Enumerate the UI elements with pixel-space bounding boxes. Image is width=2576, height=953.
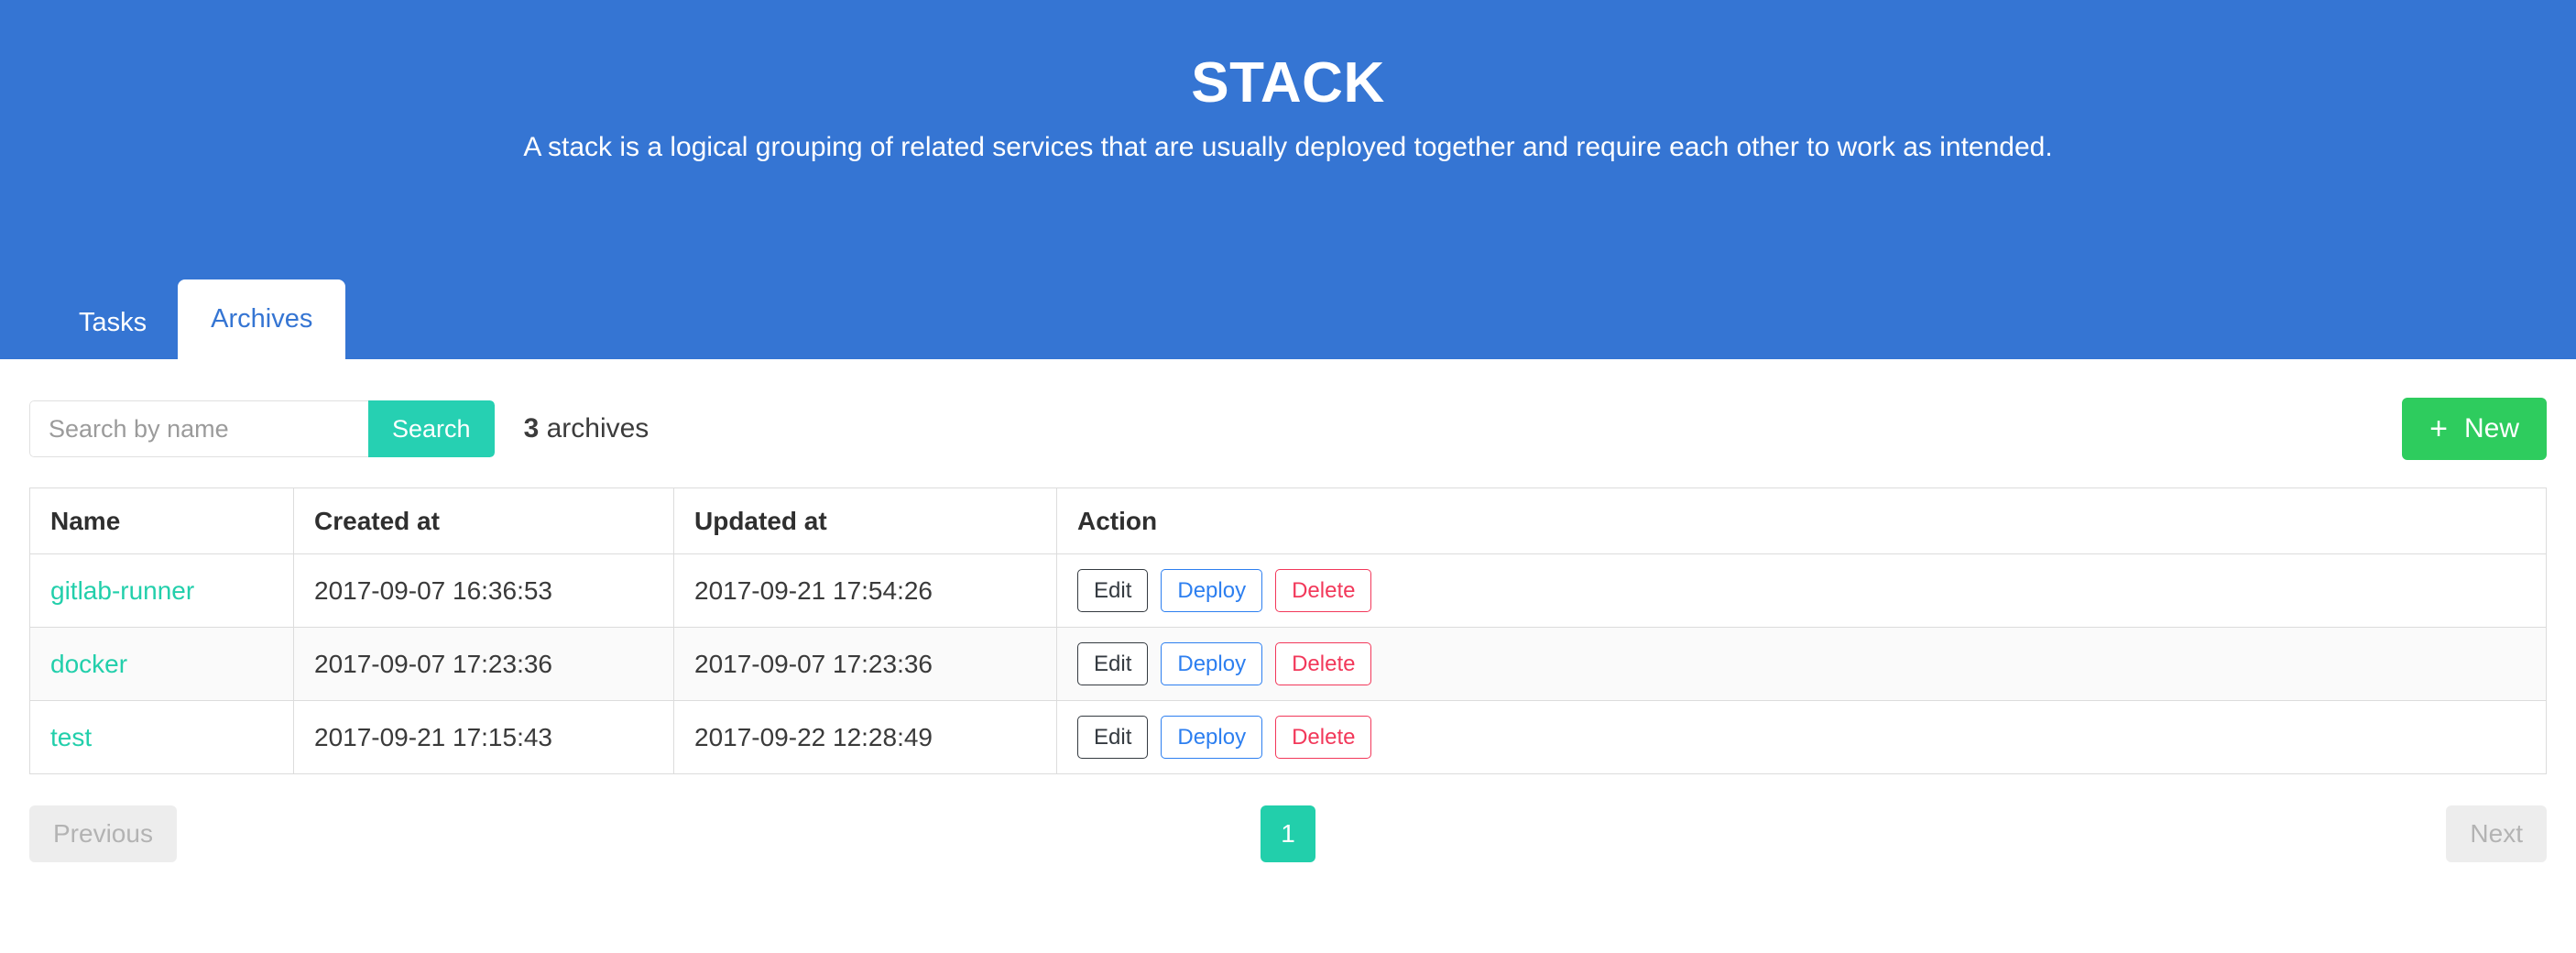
- main-content: Search 3 archives + New Name Created at …: [0, 359, 2576, 893]
- cell-created-at: 2017-09-07 16:36:53: [294, 554, 674, 628]
- search-group: Search: [29, 400, 495, 457]
- archives-table: Name Created at Updated at Action gitlab…: [29, 487, 2547, 774]
- new-archive-button-label: New: [2464, 413, 2519, 444]
- pagination: Previous 1 Next: [29, 774, 2547, 893]
- archive-name-link[interactable]: test: [50, 723, 92, 751]
- column-header-created: Created at: [294, 488, 674, 554]
- search-button[interactable]: Search: [368, 400, 495, 457]
- page-number-1[interactable]: 1: [1261, 805, 1315, 862]
- delete-button[interactable]: Delete: [1275, 716, 1371, 760]
- cell-updated-at: 2017-09-22 12:28:49: [674, 701, 1057, 774]
- cell-action: Edit Deploy Delete: [1057, 628, 2547, 701]
- table-head: Name Created at Updated at Action: [30, 488, 2547, 554]
- cell-action: Edit Deploy Delete: [1057, 701, 2547, 774]
- cell-created-at: 2017-09-07 17:23:36: [294, 628, 674, 701]
- cell-name: gitlab-runner: [30, 554, 294, 628]
- archive-name-link[interactable]: docker: [50, 650, 127, 678]
- tab-tasks[interactable]: Tasks: [48, 287, 178, 359]
- cell-name: test: [30, 701, 294, 774]
- cell-updated-at: 2017-09-07 17:23:36: [674, 628, 1057, 701]
- column-header-action: Action: [1057, 488, 2547, 554]
- column-header-name: Name: [30, 488, 294, 554]
- table-row: gitlab-runner 2017-09-07 16:36:53 2017-0…: [30, 554, 2547, 628]
- cell-created-at: 2017-09-21 17:15:43: [294, 701, 674, 774]
- deploy-button[interactable]: Deploy: [1161, 716, 1262, 760]
- plus-icon: +: [2429, 413, 2448, 444]
- cell-action: Edit Deploy Delete: [1057, 554, 2547, 628]
- table-body: gitlab-runner 2017-09-07 16:36:53 2017-0…: [30, 554, 2547, 774]
- page-header: STACK A stack is a logical grouping of r…: [0, 0, 2576, 359]
- previous-page-button[interactable]: Previous: [29, 805, 177, 862]
- next-page-button[interactable]: Next: [2446, 805, 2547, 862]
- search-input[interactable]: [29, 400, 368, 457]
- column-header-updated: Updated at: [674, 488, 1057, 554]
- delete-button[interactable]: Delete: [1275, 569, 1371, 613]
- table-row: test 2017-09-21 17:15:43 2017-09-22 12:2…: [30, 701, 2547, 774]
- archive-count-number: 3: [524, 413, 540, 444]
- table-header-row: Name Created at Updated at Action: [30, 488, 2547, 554]
- archive-count: 3 archives: [524, 413, 649, 444]
- tab-bar: Tasks Archives: [0, 279, 345, 359]
- action-button-group: Edit Deploy Delete: [1077, 569, 2526, 613]
- page-number-list: 1: [1261, 805, 1315, 862]
- action-button-group: Edit Deploy Delete: [1077, 642, 2526, 686]
- edit-button[interactable]: Edit: [1077, 716, 1148, 760]
- new-archive-button[interactable]: + New: [2402, 398, 2547, 460]
- action-button-group: Edit Deploy Delete: [1077, 716, 2526, 760]
- deploy-button[interactable]: Deploy: [1161, 569, 1262, 613]
- page-title: STACK: [0, 0, 2576, 113]
- delete-button[interactable]: Delete: [1275, 642, 1371, 686]
- archive-count-label: archives: [547, 413, 649, 444]
- edit-button[interactable]: Edit: [1077, 642, 1148, 686]
- deploy-button[interactable]: Deploy: [1161, 642, 1262, 686]
- toolbar: Search 3 archives + New: [29, 359, 2547, 487]
- cell-updated-at: 2017-09-21 17:54:26: [674, 554, 1057, 628]
- tab-archives[interactable]: Archives: [178, 279, 345, 359]
- table-row: docker 2017-09-07 17:23:36 2017-09-07 17…: [30, 628, 2547, 701]
- cell-name: docker: [30, 628, 294, 701]
- page-subtitle: A stack is a logical grouping of related…: [0, 113, 2576, 165]
- archive-name-link[interactable]: gitlab-runner: [50, 576, 194, 605]
- edit-button[interactable]: Edit: [1077, 569, 1148, 613]
